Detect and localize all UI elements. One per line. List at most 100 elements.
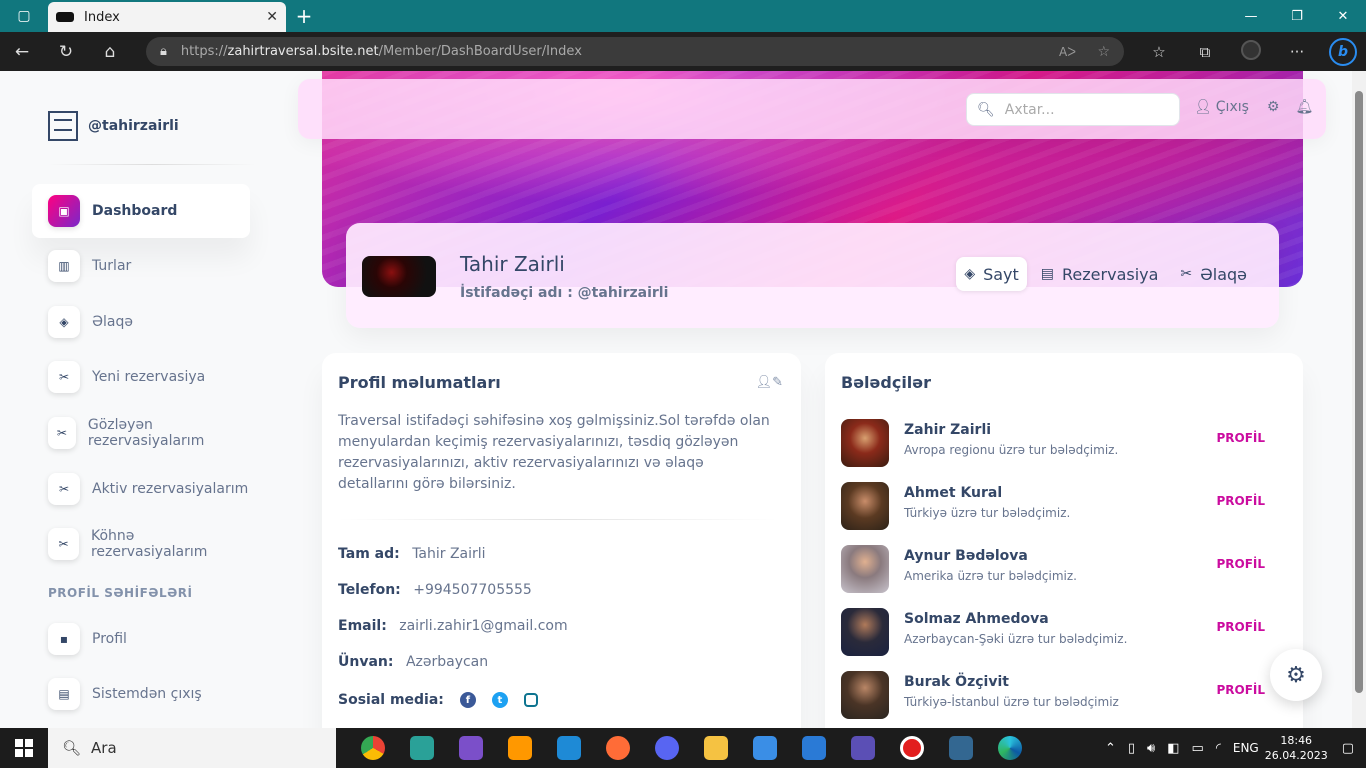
sidebar-item-profile[interactable]: ▪ Profil xyxy=(32,612,250,666)
usb-icon[interactable]: ▯ xyxy=(1128,741,1135,756)
mail-icon[interactable] xyxy=(789,728,838,768)
postgresql-icon[interactable] xyxy=(936,728,985,768)
tab-sayt[interactable]: ◈ Sayt xyxy=(956,257,1027,291)
favorites-icon[interactable]: ☆ xyxy=(1136,43,1182,61)
list-item: Zahir Zairli Avropa regionu üzrə tur bəl… xyxy=(841,413,1281,473)
collections-icon[interactable]: ⧉ xyxy=(1182,43,1228,61)
profile-name: Tahir Zairli xyxy=(460,252,565,276)
browser-toolbar: ← ↻ ⌂ 🔒︎ https://zahirtraversal.bsite.ne… xyxy=(0,32,1366,71)
tab-label: Sayt xyxy=(983,264,1019,284)
gitkraken-icon[interactable] xyxy=(397,728,446,768)
guide-avatar xyxy=(841,482,889,530)
sidebar-divider xyxy=(48,164,256,165)
clock[interactable]: 18:46 26.04.2023 xyxy=(1265,733,1328,763)
windows-taskbar: 🔍︎ Ara ⌃ ▯ 🔊︎ ◧ ▭ ◜ ENG 18:46 26.04.2023… xyxy=(0,728,1366,768)
clock-date: 26.04.2023 xyxy=(1264,749,1328,762)
guide-name: Aynur Bədəlova xyxy=(904,548,1028,564)
brand[interactable]: @tahirzairli xyxy=(48,111,179,141)
profile-info-card: Profil məlumatları 👤︎✎ Traversal istifad… xyxy=(322,353,801,728)
sidebar-item-elaqe[interactable]: ◈ Əlaqə xyxy=(32,295,250,349)
language-indicator[interactable]: ENG xyxy=(1233,741,1259,755)
new-tab-button[interactable]: + xyxy=(286,4,322,28)
home-icon[interactable]: ⌂ xyxy=(88,32,132,71)
guide-profile-link[interactable]: PROFİL xyxy=(1216,683,1265,697)
minimize-icon[interactable]: — xyxy=(1228,0,1274,32)
wifi-icon[interactable]: ◜ xyxy=(1216,741,1221,756)
record-icon[interactable] xyxy=(887,728,936,768)
sidebar-item-logout[interactable]: ▤ Sistemdən çıxış xyxy=(32,667,250,721)
address-bar[interactable]: 🔒︎ https://zahirtraversal.bsite.net/Memb… xyxy=(146,37,1124,66)
guide-profile-link[interactable]: PROFİL xyxy=(1216,557,1265,571)
guide-profile-link[interactable]: PROFİL xyxy=(1216,431,1265,445)
remote-desktop-icon[interactable] xyxy=(740,728,789,768)
info-phone: Telefon: +994507705555 xyxy=(338,582,532,598)
notifications-icon[interactable]: ▢ xyxy=(1342,741,1354,756)
info-value: Tahir Zairli xyxy=(412,546,486,562)
user-edit-icon[interactable]: 👤︎✎ xyxy=(756,375,783,390)
sidebar-item-turlar[interactable]: ▥ Turlar xyxy=(32,239,250,293)
battery-icon[interactable]: ▭ xyxy=(1192,741,1204,756)
scrollbar-thumb[interactable] xyxy=(1355,91,1363,693)
visual-studio-icon[interactable] xyxy=(446,728,495,768)
postman-icon[interactable] xyxy=(593,728,642,768)
info-label: Email: xyxy=(338,618,387,634)
page-scrollbar[interactable] xyxy=(1352,71,1366,728)
guide-profile-link[interactable]: PROFİL xyxy=(1216,620,1265,634)
info-label: Ünvan: xyxy=(338,654,394,670)
tab-elaqe[interactable]: ✂ Əlaqə xyxy=(1172,257,1255,291)
browser-tab[interactable]: Index ✕ xyxy=(48,2,286,32)
search-input[interactable]: 🔍︎ Axtar... xyxy=(966,93,1180,126)
back-icon[interactable]: ← xyxy=(0,32,44,71)
visual-studio-installer-icon[interactable] xyxy=(838,728,887,768)
profile-avatar-icon[interactable] xyxy=(1228,39,1274,64)
about-text: Traversal istifadəçi səhifəsinə xoş gəlm… xyxy=(338,413,770,492)
read-aloud-icon[interactable]: Aᐳ xyxy=(1059,45,1076,59)
sidebar-item-pending-reservations[interactable]: ✂ Gözləyən rezervasiyalarım xyxy=(32,406,250,460)
list-item: Solmaz Ahmedova Azərbaycan-Şəki üzrə tur… xyxy=(841,602,1281,662)
camera-icon[interactable]: ◧ xyxy=(1167,741,1179,756)
sidebar-item-label: Köhnə rezervasiyalarım xyxy=(90,528,208,560)
gear-icon[interactable]: ⚙ xyxy=(1267,99,1280,115)
user-icon: 👤︎ xyxy=(1194,99,1212,115)
more-menu-icon[interactable]: ··· xyxy=(1274,43,1320,61)
sidebar-section-label: PROFİL SƏHİFƏLƏRİ xyxy=(48,586,193,600)
taskbar-search[interactable]: 🔍︎ Ara xyxy=(48,728,336,768)
edge-icon[interactable] xyxy=(985,728,1034,768)
chevron-up-icon[interactable]: ⌃ xyxy=(1105,741,1116,756)
taskbar-search-label: Ara xyxy=(91,739,117,757)
sidebar-item-new-reservation[interactable]: ✂ Yeni rezervasiya xyxy=(32,350,250,404)
instagram-icon[interactable] xyxy=(523,693,538,707)
guide-name: Zahir Zairli xyxy=(904,422,992,438)
facebook-icon[interactable]: f xyxy=(459,692,476,708)
bing-icon[interactable]: b xyxy=(1320,37,1366,66)
card-title: Bələdçilər xyxy=(841,373,932,392)
add-favorite-icon[interactable]: ☆ xyxy=(1097,44,1110,60)
windows-logo-icon xyxy=(15,739,33,757)
sidebar-item-old-reservations[interactable]: ✂ Köhnə rezervasiyalarım xyxy=(32,517,250,571)
system-tray: ⌃ ▯ 🔊︎ ◧ ▭ ◜ ENG 18:46 26.04.2023 ▢ xyxy=(1105,728,1366,768)
maximize-icon[interactable]: ❐ xyxy=(1274,0,1320,32)
guide-profile-link[interactable]: PROFİL xyxy=(1216,494,1265,508)
bell-icon[interactable]: 🔔︎ xyxy=(1295,99,1313,115)
logout-link[interactable]: Çıxış xyxy=(1216,99,1249,115)
refresh-icon[interactable]: ↻ xyxy=(44,32,88,71)
top-navbar: 🔍︎ Axtar... 👤︎ Çıxış ⚙ 🔔︎ xyxy=(298,79,1326,139)
start-button[interactable] xyxy=(0,728,48,768)
vscode-icon[interactable] xyxy=(544,728,593,768)
close-window-icon[interactable]: ✕ xyxy=(1320,0,1366,32)
close-tab-icon[interactable]: ✕ xyxy=(266,9,278,25)
chrome-icon[interactable] xyxy=(348,728,397,768)
settings-fab-button[interactable]: ⚙ xyxy=(1270,649,1322,701)
list-item: Burak Özçivit Türkiyə-İstanbul üzrə tur … xyxy=(841,665,1281,725)
file-explorer-icon[interactable] xyxy=(691,728,740,768)
sublime-text-icon[interactable] xyxy=(495,728,544,768)
volume-icon[interactable]: 🔊︎ xyxy=(1147,741,1155,756)
twitter-icon[interactable]: t xyxy=(491,692,508,708)
sidebar-item-dashboard[interactable]: ▣ Dashboard xyxy=(32,184,250,238)
brand-logo-icon xyxy=(48,111,78,141)
sidebar-item-active-reservations[interactable]: ✂ Aktiv rezervasiyalarım xyxy=(32,462,250,516)
shop-icon: ▣ xyxy=(48,195,80,227)
tab-actions-icon[interactable]: ▢ xyxy=(0,0,48,32)
discord-icon[interactable] xyxy=(642,728,691,768)
tab-rezervasiya[interactable]: ▤ Rezervasiya xyxy=(1033,257,1167,291)
